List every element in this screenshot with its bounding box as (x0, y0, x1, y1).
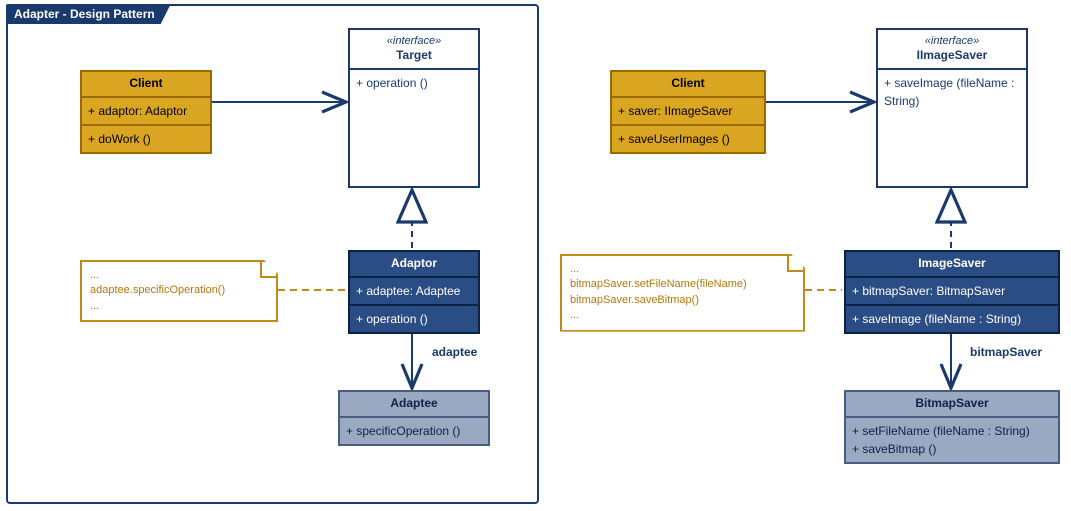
class-attr: + bitmapSaver: BitmapSaver (846, 278, 1058, 306)
note-line: ... (90, 299, 268, 314)
class-op: + saveBitmap () (852, 440, 1052, 458)
edge-label-adaptee-left: adaptee (432, 345, 477, 359)
class-client-right: Client + saver: IImageSaver + saveUserIm… (610, 70, 766, 154)
class-title: Adaptee (340, 392, 488, 418)
note-line: bitmapSaver.setFileName(fileName) (570, 277, 795, 292)
stereotype: «interface» (884, 34, 1020, 48)
class-op: + saveUserImages () (612, 126, 764, 152)
class-title: Adaptor (350, 252, 478, 278)
interface-target-right: «interface» IImageSaver + saveImage (fil… (876, 28, 1028, 188)
frame-title: Adapter - Design Pattern (6, 4, 171, 24)
class-title: «interface» IImageSaver (878, 30, 1026, 70)
class-name: IImageSaver (884, 48, 1020, 64)
class-attr: + adaptor: Adaptor (82, 98, 210, 126)
stereotype: «interface» (356, 34, 472, 48)
class-op: + operation () (350, 70, 478, 96)
class-adaptee-right: BitmapSaver + setFileName (fileName : St… (844, 390, 1060, 464)
class-op: + setFileName (fileName : String) (852, 422, 1052, 440)
class-client-left: Client + adaptor: Adaptor + doWork () (80, 70, 212, 154)
class-title: «interface» Target (350, 30, 478, 70)
class-title: Client (612, 72, 764, 98)
class-adaptor-right: ImageSaver + bitmapSaver: BitmapSaver + … (844, 250, 1060, 334)
class-adaptor-left: Adaptor + adaptee: Adaptee + operation (… (348, 250, 480, 334)
note-left: ... adaptee.specificOperation() ... (80, 260, 278, 322)
note-line: ... (90, 268, 268, 283)
class-op: + doWork () (82, 126, 210, 152)
class-adaptee-left: Adaptee + specificOperation () (338, 390, 490, 446)
class-attr: + adaptee: Adaptee (350, 278, 478, 306)
class-ops: + setFileName (fileName : String) + save… (846, 418, 1058, 462)
class-title: Client (82, 72, 210, 98)
note-line: bitmapSaver.saveBitmap() (570, 293, 795, 308)
edge-label-adaptee-right: bitmapSaver (970, 345, 1042, 359)
class-op: + saveImage (fileName : String) (846, 306, 1058, 332)
class-title: ImageSaver (846, 252, 1058, 278)
class-op: + operation () (350, 306, 478, 332)
note-line: ... (570, 262, 795, 277)
note-line: ... (570, 308, 795, 323)
class-title: BitmapSaver (846, 392, 1058, 418)
note-line: adaptee.specificOperation() (90, 283, 268, 298)
class-attr: + saver: IImageSaver (612, 98, 764, 126)
class-op: + saveImage (fileName : String) (878, 70, 1026, 114)
class-op: + specificOperation () (340, 418, 488, 444)
class-name: Target (356, 48, 472, 64)
note-right: ... bitmapSaver.setFileName(fileName) bi… (560, 254, 805, 332)
interface-target-left: «interface» Target + operation () (348, 28, 480, 188)
